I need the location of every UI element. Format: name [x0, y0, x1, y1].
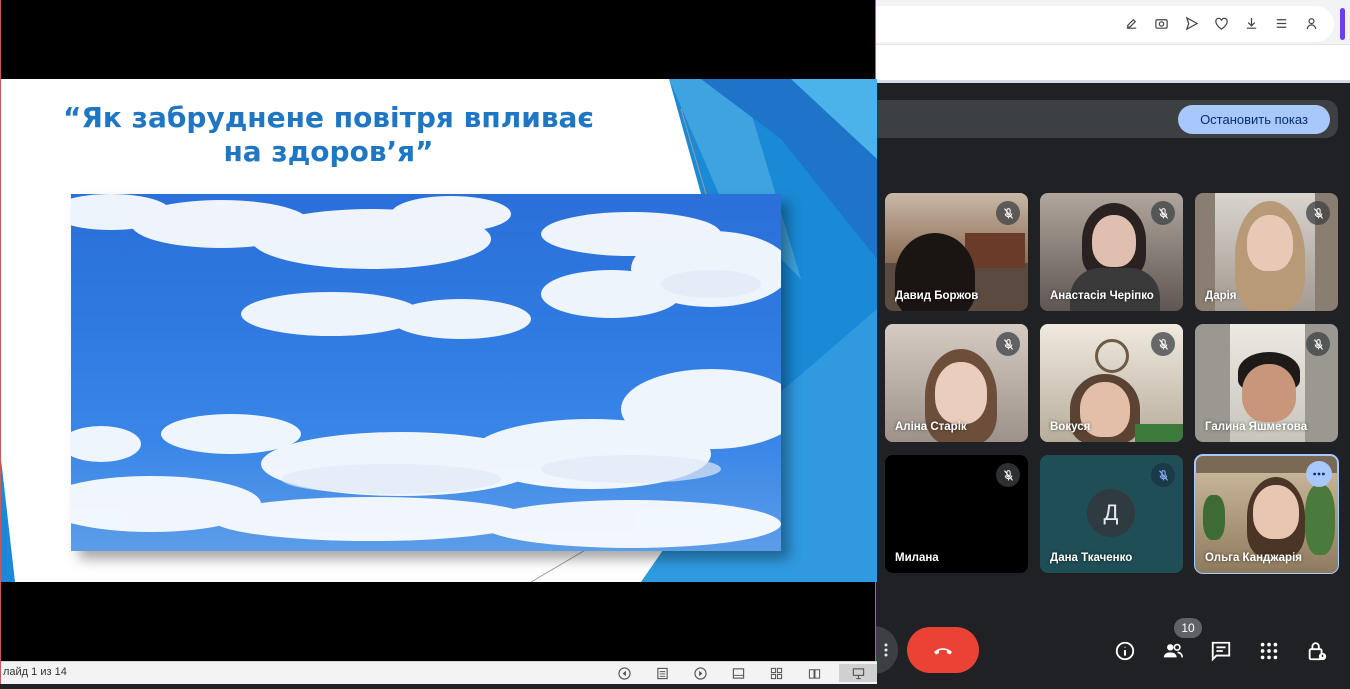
browser-bookmarks-bar — [876, 44, 1350, 80]
extension-indicator — [1340, 8, 1345, 40]
participant-tile[interactable]: Д Дана Ткаченко — [1040, 455, 1183, 573]
participant-name: Ольга Канджарія — [1205, 552, 1302, 564]
previous-slide-icon[interactable] — [611, 664, 637, 682]
participant-face — [1247, 215, 1293, 271]
people-icon[interactable] — [1160, 638, 1186, 664]
mic-off-icon — [1306, 201, 1330, 225]
participant-name: Аліна Старік — [895, 421, 967, 433]
mic-off-icon — [1306, 332, 1330, 356]
cabinet — [965, 233, 1025, 268]
slide-sorter-icon[interactable] — [763, 664, 789, 682]
ceiling-lamp — [1095, 339, 1129, 373]
mic-off-icon — [1151, 463, 1175, 487]
menu-lines-icon[interactable] — [1272, 13, 1291, 33]
participant-tile[interactable]: Давид Боржов — [885, 193, 1028, 311]
participant-tile[interactable]: Вокуся — [1040, 324, 1183, 442]
heart-icon[interactable] — [1212, 13, 1231, 33]
slide: “Як забруднене повітря впливає на здоров… — [1, 79, 877, 582]
slide-title: “Як забруднене повітря впливає на здоров… — [62, 101, 595, 168]
participant-name: Вокуся — [1050, 421, 1091, 433]
background-object — [1135, 424, 1183, 442]
mic-off-icon — [996, 332, 1020, 356]
participant-face — [1242, 364, 1296, 422]
activities-grid-icon[interactable] — [1256, 638, 1282, 664]
notes-icon[interactable] — [649, 664, 675, 682]
vertical-dots-icon — [884, 643, 888, 657]
participant-tile[interactable]: Аліна Старік — [885, 324, 1028, 442]
sky-image — [71, 194, 781, 551]
info-icon[interactable] — [1112, 638, 1138, 664]
presentation-window: “Як забруднене повітря впливає на здоров… — [0, 0, 877, 684]
slide-counter: лайд 1 из 14 — [3, 666, 67, 678]
participant-face — [1253, 485, 1299, 539]
profile-icon[interactable] — [1302, 13, 1321, 33]
people-count-badge: 10 — [1174, 618, 1202, 638]
clouds-illustration — [71, 194, 781, 548]
host-controls-lock-icon[interactable] — [1304, 638, 1330, 664]
participant-face — [935, 362, 987, 424]
normal-view-icon[interactable] — [725, 664, 751, 682]
participant-name: Галина Яшметова — [1205, 421, 1308, 433]
participant-tile[interactable]: Милана — [885, 455, 1028, 573]
mic-off-icon — [1151, 201, 1175, 225]
plant — [1203, 495, 1225, 540]
participant-name: Милана — [895, 552, 939, 564]
participant-face — [1092, 215, 1136, 267]
participant-avatar: Д — [1087, 489, 1135, 537]
participant-tile[interactable]: Галина Яшметова — [1195, 324, 1338, 442]
status-bar-controls — [611, 664, 889, 682]
mic-off-icon — [1151, 332, 1175, 356]
participant-name: Анастасія Чеpіпко — [1050, 290, 1154, 302]
address-bar-icons — [1122, 13, 1321, 33]
status-bar: лайд 1 из 14 — [1, 661, 877, 684]
participant-name: Дарія — [1205, 290, 1237, 302]
slideshow-view-icon[interactable] — [839, 664, 877, 682]
participant-name: Давид Боржов — [895, 290, 979, 302]
camera-icon[interactable] — [1152, 13, 1171, 33]
participant-tile[interactable]: Анастасія Чеpіпко — [1040, 193, 1183, 311]
plant — [1305, 485, 1335, 555]
stop-presenting-button[interactable]: Остановить показ — [1178, 105, 1330, 134]
edit-icon[interactable] — [1122, 13, 1141, 33]
end-call-button[interactable] — [907, 627, 979, 673]
mic-off-icon — [996, 463, 1020, 487]
next-slide-icon[interactable] — [687, 664, 713, 682]
phone-hangup-icon — [934, 648, 952, 655]
download-icon[interactable] — [1242, 13, 1261, 33]
more-options-icon[interactable] — [1306, 461, 1332, 487]
send-icon[interactable] — [1182, 13, 1201, 33]
reading-view-icon[interactable] — [801, 664, 827, 682]
mic-off-icon — [996, 201, 1020, 225]
participant-tile[interactable]: Ольга Канджарія — [1194, 454, 1339, 574]
participant-tile[interactable]: Дарія — [1195, 193, 1338, 311]
chat-icon[interactable] — [1208, 638, 1234, 664]
participant-name: Дана Ткаченко — [1050, 552, 1133, 564]
